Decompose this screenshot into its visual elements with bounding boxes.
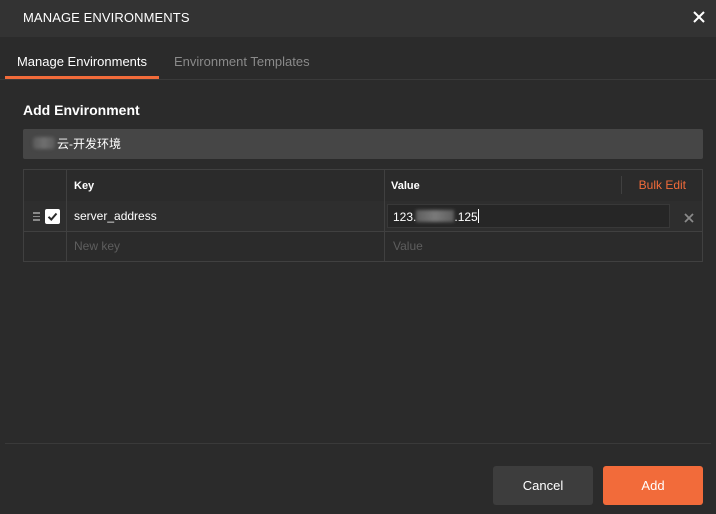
new-row-handle-cell bbox=[24, 231, 67, 261]
row-handle-cell bbox=[24, 201, 67, 231]
value-prefix: 123. bbox=[393, 210, 417, 224]
table-new-row: New key Value bbox=[24, 231, 702, 261]
value-suffix: .125 bbox=[454, 210, 478, 224]
variables-table: Key Value Bulk Edit server_address 123. … bbox=[23, 169, 703, 262]
table-header-row: Key Value Bulk Edit bbox=[24, 170, 702, 202]
close-icon bbox=[684, 213, 694, 223]
header-value-cell: Value Bulk Edit bbox=[385, 170, 702, 201]
manage-environments-dialog: MANAGE ENVIRONMENTS Manage Environments … bbox=[0, 0, 716, 514]
add-button[interactable]: Add bbox=[603, 466, 703, 505]
redacted-text bbox=[416, 210, 455, 222]
redacted-text bbox=[33, 137, 55, 149]
new-key-input[interactable]: New key bbox=[74, 239, 120, 253]
cancel-button[interactable]: Cancel bbox=[493, 466, 593, 505]
footer-divider bbox=[5, 443, 711, 444]
table-row: server_address 123. .125 bbox=[24, 201, 702, 232]
row-key-text: server_address bbox=[74, 209, 157, 223]
header-key-cell: Key bbox=[66, 170, 385, 201]
tab-manage-environments[interactable]: Manage Environments bbox=[5, 37, 159, 79]
bulk-edit-link[interactable]: Bulk Edit bbox=[639, 178, 686, 192]
row-enabled-checkbox[interactable] bbox=[45, 209, 60, 224]
row-value-cell: 123. .125 bbox=[385, 201, 702, 231]
new-value-cell[interactable]: Value bbox=[385, 231, 702, 261]
tab-bar: Manage Environments Environment Template… bbox=[0, 37, 716, 80]
dialog-titlebar: MANAGE ENVIRONMENTS bbox=[0, 0, 716, 37]
key-column-header: Key bbox=[74, 180, 95, 192]
delete-row-button[interactable] bbox=[684, 210, 694, 223]
row-value-input[interactable]: 123. .125 bbox=[387, 204, 670, 228]
close-button[interactable] bbox=[688, 6, 710, 28]
tab-environment-templates[interactable]: Environment Templates bbox=[174, 37, 310, 79]
dialog-title: MANAGE ENVIRONMENTS bbox=[23, 10, 190, 25]
environment-name-value: 云-开发环境 bbox=[57, 137, 121, 151]
drag-handle-icon[interactable] bbox=[33, 212, 40, 221]
header-divider bbox=[621, 176, 622, 194]
checkmark-icon bbox=[47, 212, 58, 221]
text-caret bbox=[477, 209, 479, 223]
section-title: Add Environment bbox=[23, 102, 140, 118]
header-handle-cell bbox=[24, 170, 67, 201]
value-column-header: Value bbox=[391, 180, 420, 192]
row-key-cell[interactable]: server_address bbox=[66, 201, 385, 231]
environment-name-input[interactable]: 云-开发环境 bbox=[23, 129, 703, 159]
new-value-input[interactable]: Value bbox=[393, 239, 423, 253]
close-icon bbox=[693, 11, 705, 23]
new-key-cell[interactable]: New key bbox=[66, 231, 385, 261]
